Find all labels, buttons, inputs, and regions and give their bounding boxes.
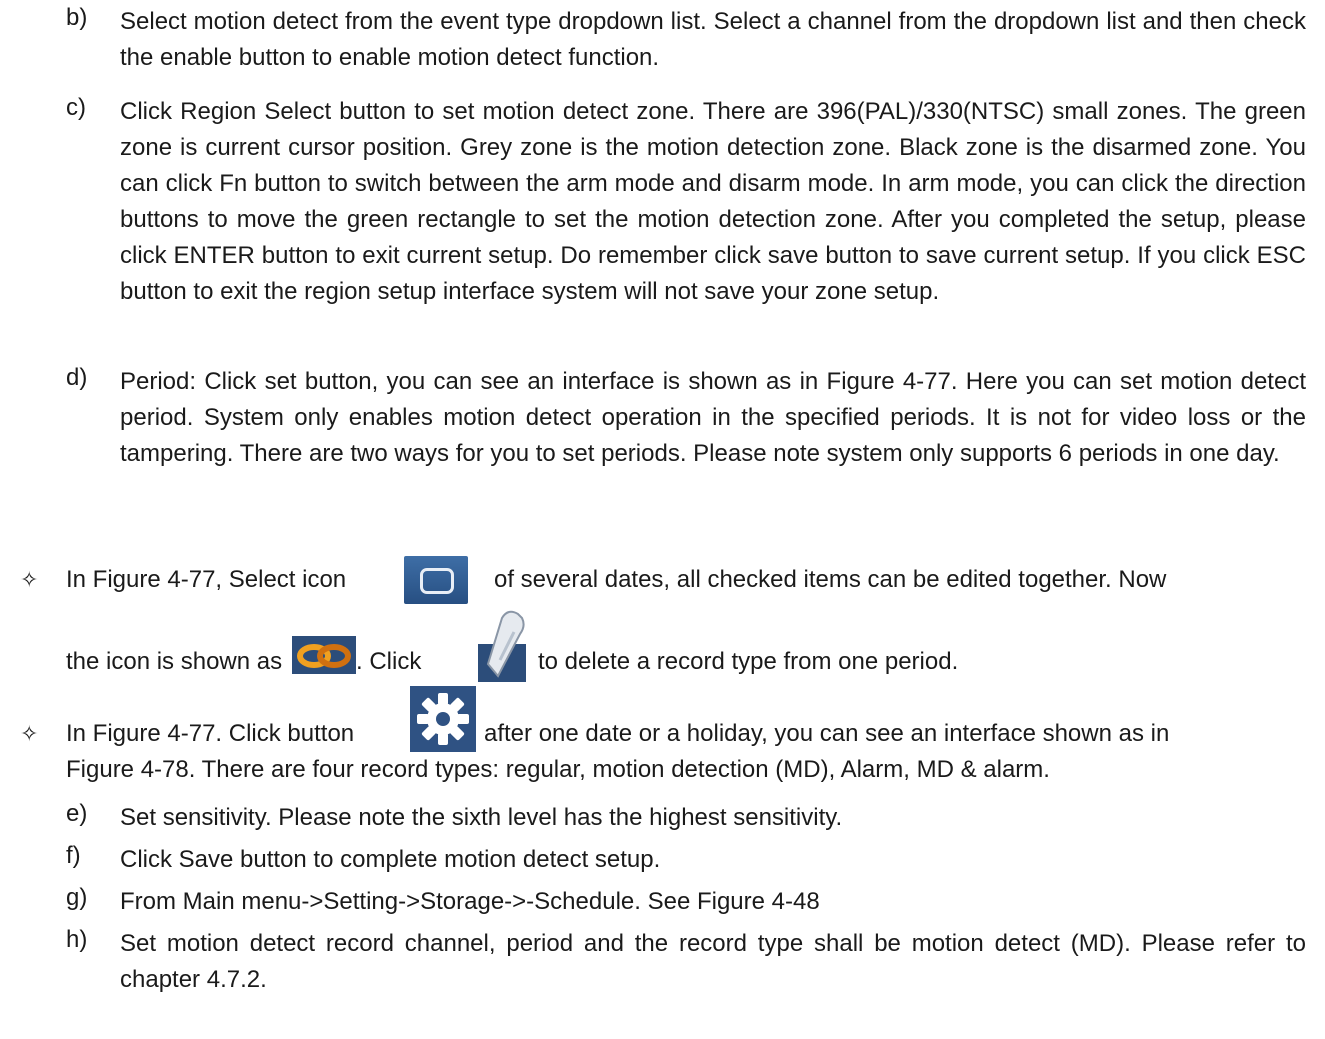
- step-text: From Main menu->Setting->Storage->-Sched…: [120, 888, 820, 915]
- bullet1-text-3: the icon is shown as: [66, 648, 283, 675]
- gear-icon[interactable]: [410, 686, 476, 752]
- eraser-icon[interactable]: [478, 604, 526, 682]
- bullet1-text-2: of several dates, all checked items can …: [494, 566, 1167, 593]
- link-icon[interactable]: [292, 636, 356, 674]
- bullet-symbol: ✧: [20, 567, 39, 592]
- step-text: Click Save button to complete motion det…: [120, 846, 661, 873]
- step-label: d): [66, 364, 88, 391]
- bullet1-text-4: . Click: [356, 648, 422, 675]
- step-text: Select motion detect from the event type…: [120, 8, 1306, 71]
- select-square-icon[interactable]: [404, 556, 468, 604]
- bullet2-text-2: after one date or a holiday, you can see…: [484, 720, 1170, 747]
- bullet2-text-3: Figure 4-78. There are four record types…: [66, 756, 1050, 783]
- step-text: Set motion detect record channel, period…: [120, 930, 1306, 993]
- step-label: h): [66, 926, 88, 953]
- bullet1-text-1: In Figure 4-77, Select icon: [66, 566, 347, 593]
- bullet-symbol: ✧: [20, 721, 39, 746]
- step-label: b): [66, 4, 88, 31]
- bullet1-text-5: to delete a record type from one period.: [538, 648, 959, 675]
- step-text: Click Region Select button to set motion…: [120, 98, 1306, 305]
- step-label: c): [66, 94, 86, 121]
- step-label: g): [66, 884, 88, 911]
- bullet2-text-1: In Figure 4-77. Click button: [66, 720, 355, 747]
- step-label: f): [66, 842, 81, 869]
- step-label: e): [66, 800, 88, 827]
- step-text: Period: Click set button, you can see an…: [120, 368, 1306, 467]
- step-text: Set sensitivity. Please note the sixth l…: [120, 804, 843, 831]
